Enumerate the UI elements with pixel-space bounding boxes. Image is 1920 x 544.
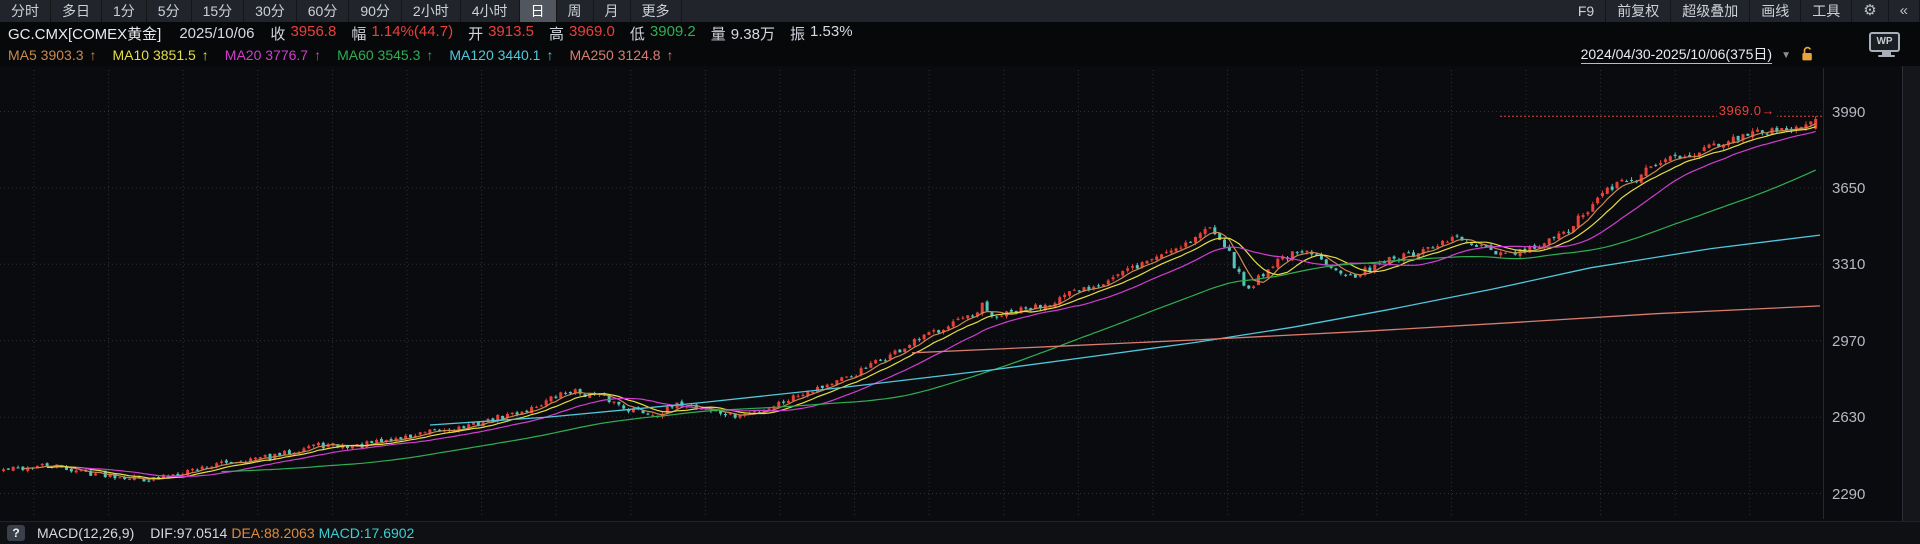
quote-date: 2025/10/06 — [179, 25, 254, 42]
macd-title[interactable]: MACD(12,26,9) — [37, 525, 134, 541]
chart-plot[interactable] — [0, 66, 1920, 521]
period-tab[interactable]: 1分 — [102, 0, 147, 22]
tool-button[interactable]: F9 — [1567, 0, 1606, 22]
tool-button[interactable]: 超级叠加 — [1671, 0, 1750, 22]
period-tab[interactable]: 日 — [520, 0, 557, 22]
quote-field: 低3909.2 — [630, 23, 696, 44]
wp-base — [1878, 55, 1895, 57]
wp-screen: WP — [1869, 32, 1900, 52]
tool-button[interactable]: 前复权 — [1606, 0, 1671, 22]
axis-border — [1902, 66, 1903, 521]
tool-button[interactable]: 工具 — [1801, 0, 1852, 22]
period-tabbar: 分时多日1分5分15分30分60分90分2小时4小时日周月更多 F9前复权超级叠… — [0, 0, 1920, 22]
period-tab[interactable]: 60分 — [297, 0, 350, 22]
quote-field: 幅1.14%(44.7) — [351, 23, 453, 44]
macd-field: DIF:97.0514 — [150, 525, 227, 541]
help-icon[interactable]: ? — [7, 525, 25, 541]
ma-value: MA5 3903.3↑ — [8, 47, 97, 63]
y-axis-label: 3650 — [1832, 180, 1892, 197]
wp-widget-icon[interactable]: WP — [1869, 32, 1903, 60]
quote-field: 量9.38万 — [711, 23, 775, 44]
period-tab[interactable]: 15分 — [192, 0, 245, 22]
period-tab[interactable]: 5分 — [147, 0, 192, 22]
period-tab[interactable]: 4小时 — [461, 0, 520, 22]
period-tab[interactable]: 周 — [557, 0, 594, 22]
symbol-name: GC.CMX[COMEX黄金] — [8, 23, 161, 44]
ma-value: MA10 3851.5↑ — [113, 47, 209, 63]
quote-infobar: GC.CMX[COMEX黄金] 2025/10/06 收3956.8 幅1.14%… — [0, 22, 1920, 44]
y-axis-label: 3310 — [1832, 256, 1892, 273]
period-tab[interactable]: 多日 — [51, 0, 102, 22]
ma-value: MA120 3440.1↑ — [449, 47, 553, 63]
right-gutter — [1903, 66, 1920, 521]
quote-field: 收3956.8 — [270, 23, 336, 44]
trading-app-window: 分时多日1分5分15分30分60分90分2小时4小时日周月更多 F9前复权超级叠… — [0, 0, 1920, 544]
period-tab[interactable]: 2小时 — [402, 0, 461, 22]
y-axis-label: 2970 — [1832, 333, 1892, 350]
date-range-box: 2024/04/30-2025/10/06(375日) ▼ — [1581, 44, 1814, 66]
toolbar-right: F9前复权超级叠加画线工具 ⚙ « — [1567, 0, 1920, 22]
ma-value: MA60 3545.3↑ — [337, 47, 433, 63]
tool-button[interactable]: 画线 — [1750, 0, 1801, 22]
settings-gear-icon[interactable]: ⚙ — [1852, 0, 1888, 22]
period-tab[interactable]: 90分 — [349, 0, 402, 22]
quote-field: 高3969.0 — [549, 23, 615, 44]
period-tab[interactable]: 更多 — [631, 0, 682, 22]
period-tabs: 分时多日1分5分15分30分60分90分2小时4小时日周月更多 — [0, 0, 682, 22]
ma-values: MA5 3903.3↑ MA10 3851.5↑ MA20 3776.7↑ MA60 … — [8, 47, 690, 63]
period-tab[interactable]: 月 — [594, 0, 631, 22]
period-tab[interactable]: 分时 — [0, 0, 51, 22]
y-axis-label: 2630 — [1832, 409, 1892, 426]
macd-field: DEA:88.2063 — [231, 525, 314, 541]
macd-field: MACD:17.6902 — [319, 525, 415, 541]
quote-field: 振1.53% — [790, 23, 853, 44]
last-price-tag: 3969.0→ — [1717, 103, 1777, 118]
ma-value: MA250 3124.8↑ — [569, 47, 673, 63]
period-tab[interactable]: 30分 — [244, 0, 297, 22]
plot-right-border — [1823, 68, 1824, 519]
ma-indicator-bar: MA5 3903.3↑ MA10 3851.5↑ MA20 3776.7↑ MA60 … — [0, 44, 1920, 66]
date-range-label[interactable]: 2024/04/30-2025/10/06(375日) — [1581, 46, 1772, 64]
y-axis-label: 3990 — [1832, 104, 1892, 121]
chevron-down-icon[interactable]: ▼ — [1781, 50, 1791, 61]
macd-statusbar: ? MACD(12,26,9) DIF:97.0514DEA:88.2063 MA… — [0, 521, 1920, 544]
y-axis-label: 2290 — [1832, 486, 1892, 503]
collapse-panel-icon[interactable]: « — [1889, 0, 1920, 22]
unlock-icon[interactable] — [1800, 46, 1814, 65]
quote-field: 开3913.5 — [468, 23, 534, 44]
candlestick-chart[interactable]: 3969.0→ 3990 3650 3310 2970 2630 2290 — [0, 66, 1920, 521]
ma-value: MA20 3776.7↑ — [225, 47, 321, 63]
tool-buttons: F9前复权超级叠加画线工具 — [1567, 0, 1852, 22]
quote-fields: 收3956.8 幅1.14%(44.7) 开3913.5 高3969.0 低3909.2… — [270, 23, 867, 44]
macd-values: DIF:97.0514DEA:88.2063 MACD:17.6902 — [150, 525, 418, 541]
